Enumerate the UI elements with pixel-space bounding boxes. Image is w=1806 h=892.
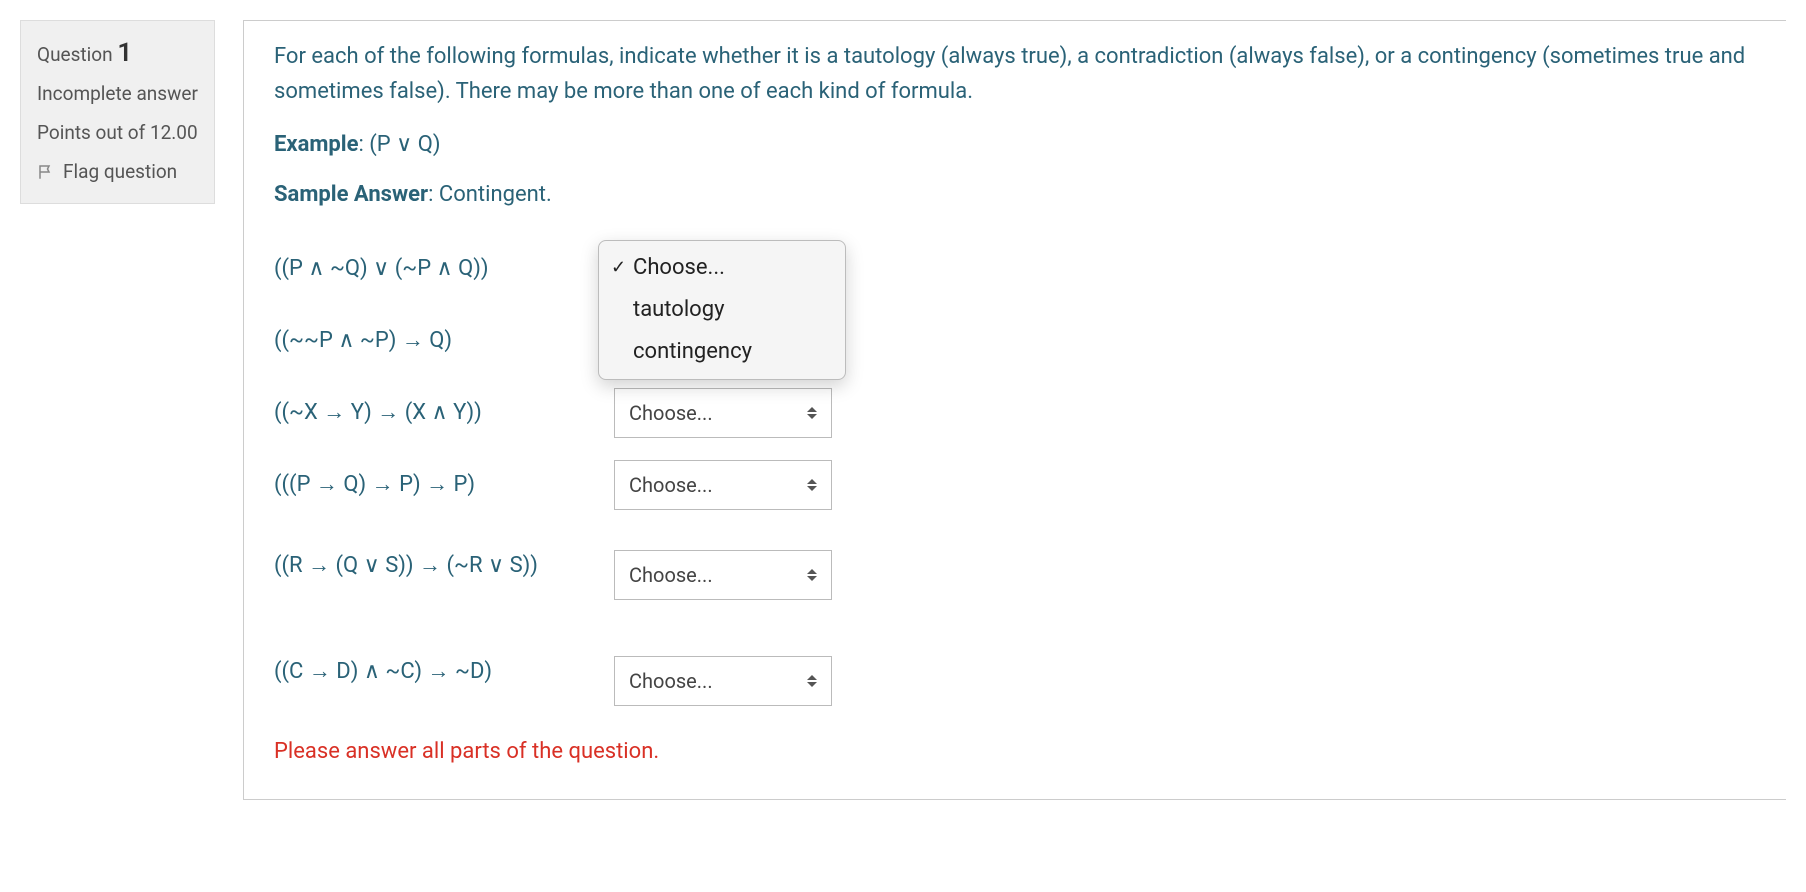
question-intro: For each of the following formulas, indi… bbox=[274, 39, 1756, 109]
question-label: Question bbox=[37, 43, 113, 66]
example-value: (P ∨ Q) bbox=[369, 132, 440, 157]
formula-row: ((~X → Y) → (X ∧ Y)) Choose... bbox=[274, 388, 1756, 438]
select-value: Choose... bbox=[629, 559, 713, 591]
option-label: contingency bbox=[633, 335, 752, 369]
validation-message: Please answer all parts of the question. bbox=[274, 734, 1756, 769]
answer-select[interactable]: Choose... bbox=[614, 656, 832, 706]
answer-select-wrap: Choose... bbox=[614, 656, 832, 706]
formula-row: ((P ∧ ~Q) ∨ (~P ∧ Q)) Choose... ✓ Choose… bbox=[274, 244, 1756, 294]
question-content: For each of the following formulas, indi… bbox=[243, 20, 1786, 800]
question-info-panel: Question 1 Incomplete answer Points out … bbox=[20, 20, 215, 204]
dropdown-option-choose[interactable]: ✓ Choose... bbox=[599, 247, 845, 289]
answer-select-wrap: Choose... ✓ Choose... tautology bbox=[614, 244, 832, 294]
formula-text: ((~~P ∧ ~P) → Q) bbox=[274, 323, 614, 358]
sample-value: Contingent. bbox=[439, 182, 552, 207]
formula-row: (((P → Q) → P) → P) Choose... bbox=[274, 460, 1756, 510]
formula-text: ((P ∧ ~Q) ∨ (~P ∧ Q)) bbox=[274, 251, 614, 286]
answer-select-wrap: Choose... bbox=[614, 550, 832, 600]
answer-select[interactable]: Choose... bbox=[614, 388, 832, 438]
formula-text: ((~X → Y) → (X ∧ Y)) bbox=[274, 395, 614, 430]
answer-select[interactable]: Choose... bbox=[614, 460, 832, 510]
select-value: Choose... bbox=[629, 397, 713, 429]
select-value: Choose... bbox=[629, 665, 713, 697]
dropdown-menu: ✓ Choose... tautology contingency bbox=[598, 240, 846, 380]
question-number: 1 bbox=[117, 38, 132, 68]
flag-question-link[interactable]: Flag question bbox=[37, 159, 198, 186]
check-icon: ✓ bbox=[611, 254, 633, 282]
question-points: Points out of 12.00 bbox=[37, 120, 198, 147]
option-label: Choose... bbox=[633, 251, 725, 285]
question-title: Question 1 bbox=[37, 35, 198, 71]
answer-select-wrap: Choose... bbox=[614, 388, 832, 438]
formula-text: ((R → (Q ∨ S)) → (~R ∨ S)) bbox=[274, 548, 614, 583]
formula-row: ((R → (Q ∨ S)) → (~R ∨ S)) Choose... bbox=[274, 532, 1756, 600]
dropdown-option-contingency[interactable]: contingency bbox=[599, 331, 845, 373]
formula-row: ((C → D) ∧ ~C) → ~D) Choose... bbox=[274, 638, 1756, 706]
chevron-updown-icon bbox=[807, 569, 817, 581]
select-value: Choose... bbox=[629, 469, 713, 501]
sample-answer-line: Sample Answer: Contingent. bbox=[274, 177, 1756, 212]
flag-icon bbox=[37, 163, 55, 181]
flag-label: Flag question bbox=[63, 159, 177, 186]
answer-select-wrap: Choose... bbox=[614, 460, 832, 510]
formula-row: ((~~P ∧ ~P) → Q) Choose... bbox=[274, 316, 1756, 366]
sample-label: Sample Answer bbox=[274, 182, 428, 207]
chevron-updown-icon bbox=[807, 675, 817, 687]
formula-text: (((P → Q) → P) → P) bbox=[274, 467, 614, 502]
example-line: Example: (P ∨ Q) bbox=[274, 127, 1756, 162]
formula-text: ((C → D) ∧ ~C) → ~D) bbox=[274, 654, 614, 689]
dropdown-option-tautology[interactable]: tautology bbox=[599, 289, 845, 331]
chevron-updown-icon bbox=[807, 407, 817, 419]
chevron-updown-icon bbox=[807, 479, 817, 491]
answer-select[interactable]: Choose... bbox=[614, 550, 832, 600]
option-label: tautology bbox=[633, 293, 724, 327]
example-label: Example bbox=[274, 132, 358, 157]
question-status: Incomplete answer bbox=[37, 81, 198, 108]
